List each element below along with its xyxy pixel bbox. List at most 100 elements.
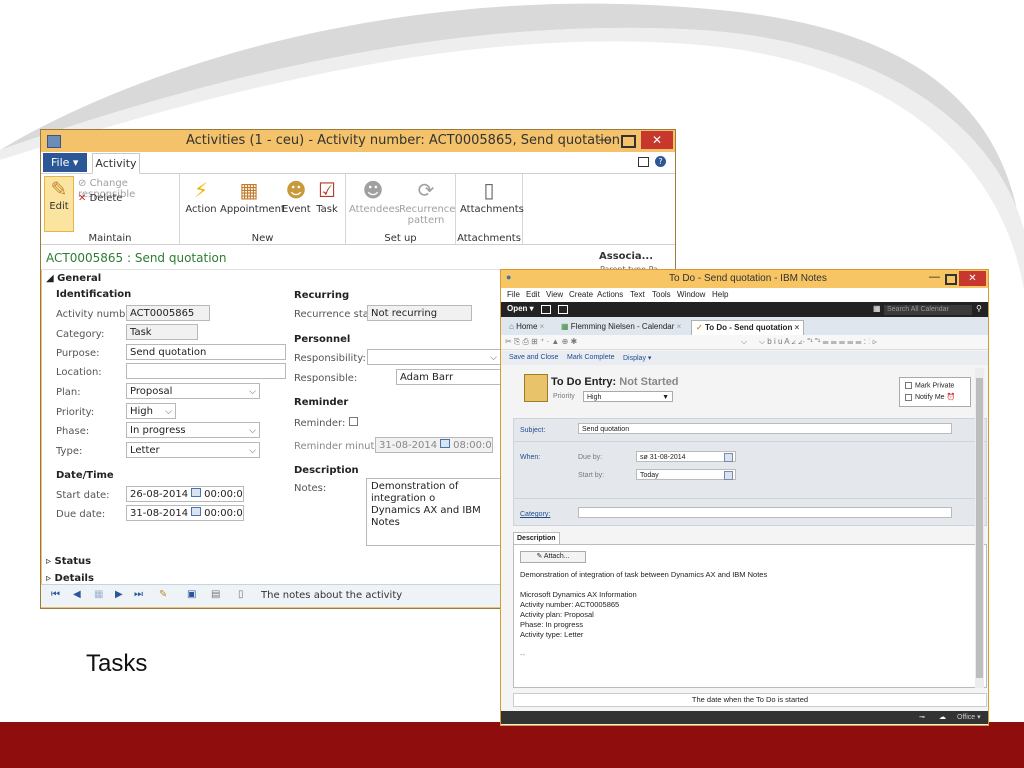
attach-button[interactable]: ✎ Attach... <box>520 551 586 563</box>
edit-mode-icon[interactable]: ✎ <box>159 589 167 600</box>
close-icon[interactable]: × <box>795 323 800 332</box>
delete-button[interactable]: ✕ Delete <box>78 193 122 204</box>
location-field[interactable] <box>126 363 286 379</box>
menu-help[interactable]: Help <box>712 290 728 299</box>
due-date-field[interactable]: 31-08-2014 00:00:00 <box>126 505 244 521</box>
type-select[interactable]: Letter ⌵ <box>126 442 260 458</box>
last-record-icon[interactable]: ⏭ <box>134 589 143 600</box>
save-and-close-button[interactable]: Save and Close <box>509 354 558 361</box>
responsibility-select[interactable]: ⌵ <box>367 349 501 365</box>
close-button[interactable]: ✕ <box>959 271 986 286</box>
grid-icon[interactable]: ▦ <box>94 589 103 600</box>
maximize-button[interactable] <box>945 274 957 285</box>
tab-todo[interactable]: ✓ To Do - Send quotation × <box>691 320 805 335</box>
notes-line: Dynamics AX and IBM Notes <box>371 505 481 528</box>
activity-tab[interactable]: Activity <box>92 153 140 174</box>
priority-select[interactable]: High ▼ <box>583 391 673 402</box>
replication-icon[interactable]: ☁ <box>939 713 946 721</box>
attendees-button[interactable]: ☻ Attendees <box>349 178 400 215</box>
close-icon[interactable]: × <box>540 322 545 331</box>
calendar-icon[interactable] <box>440 439 451 448</box>
file-tab[interactable]: File ▾ <box>43 153 87 172</box>
calendar-icon[interactable] <box>724 453 733 462</box>
details-section-header[interactable]: ▹ Details <box>46 573 94 584</box>
start-by-field[interactable]: Today <box>636 469 736 480</box>
priority-select[interactable]: High ⌵ <box>126 403 176 419</box>
category-field[interactable] <box>578 507 952 518</box>
description-tab[interactable]: Description <box>513 532 560 544</box>
details-label: Details <box>54 573 94 584</box>
calendar-icon[interactable] <box>191 507 202 516</box>
minimize-button[interactable]: — <box>598 132 612 148</box>
menu-tools[interactable]: Tools <box>652 290 671 299</box>
close-button[interactable]: ✕ <box>641 131 673 149</box>
format-tools-icon[interactable]: ✂ ⎘ ⎙ ⊞ ⁺ · ▲ ⊕ ✱ <box>505 337 577 347</box>
tab-calendar[interactable]: ▦ Flemming Nielsen - Calendar × <box>557 320 685 334</box>
subject-field[interactable]: Send quotation <box>578 423 952 434</box>
calendar-icon[interactable] <box>558 305 568 314</box>
next-record-icon[interactable]: ▶ <box>115 589 123 600</box>
document-icon[interactable]: ▯ <box>238 589 244 600</box>
calendar-icon[interactable] <box>724 471 733 480</box>
location-select[interactable]: Office ▾ <box>957 713 981 721</box>
menu-window[interactable]: Window <box>677 290 705 299</box>
recurrence-pattern-button[interactable]: ⟳ Recurrence pattern <box>399 178 455 226</box>
menu-actions[interactable]: Actions <box>597 290 623 299</box>
notes-scrollbar[interactable] <box>975 368 984 688</box>
open-button[interactable]: Open ▾ <box>507 304 534 313</box>
category-field[interactable]: Task <box>126 324 198 340</box>
start-date-field[interactable]: 26-08-2014 00:00:00 <box>126 486 244 502</box>
calendar-icon[interactable] <box>191 488 202 497</box>
layout-icon[interactable] <box>638 157 649 167</box>
menu-text[interactable]: Text <box>630 290 645 299</box>
font-select[interactable]: ⌵ <box>741 337 747 347</box>
purpose-field[interactable]: Send quotation <box>126 344 286 360</box>
notify-me-checkbox[interactable]: Notify Me ⏰ <box>905 393 955 401</box>
first-record-icon[interactable]: ⏮ <box>51 589 60 600</box>
chevron-down-icon: ⌵ <box>249 446 256 456</box>
reminder-datetime-field[interactable]: 31-08-2014 08:00:00 <box>375 437 493 453</box>
action-button[interactable]: ⚡ Action <box>185 178 217 215</box>
scrollbar-thumb[interactable] <box>976 378 983 678</box>
notes-textarea[interactable]: Demonstration of integration o Dynamics … <box>366 478 516 546</box>
recurrence-state-field[interactable]: Not recurring <box>367 305 472 321</box>
due-by-field[interactable]: sø 31-08-2014 <box>636 451 736 462</box>
minimize-button[interactable]: — <box>929 271 940 283</box>
tab-home[interactable]: ⌂ Home × <box>505 320 548 334</box>
status-section-header[interactable]: ▹ Status <box>46 556 91 567</box>
form-view-icon[interactable]: ▣ <box>187 589 196 600</box>
reminder-checkbox[interactable] <box>348 417 358 426</box>
task-button[interactable]: ☑ Task <box>313 178 341 215</box>
help-icon[interactable]: ? <box>655 156 666 167</box>
appointment-button[interactable]: ▦ Appointment <box>220 178 285 215</box>
attachments-button[interactable]: ▯ Attachments <box>460 178 524 215</box>
close-icon[interactable]: × <box>677 322 682 331</box>
plan-select[interactable]: Proposal ⌵ <box>126 383 260 399</box>
mail-icon[interactable] <box>541 305 551 314</box>
menu-edit[interactable]: Edit <box>526 290 540 299</box>
menu-file[interactable]: File <box>507 290 520 299</box>
previous-record-icon[interactable]: ◀ <box>73 589 81 600</box>
search-scope-icon[interactable]: ▦ <box>873 304 881 313</box>
search-input[interactable]: Search All Calendar <box>884 305 972 315</box>
key-icon[interactable]: ⊸ <box>919 713 925 721</box>
category-label[interactable]: Category: <box>520 511 550 518</box>
event-button[interactable]: ☻ Event <box>282 178 311 215</box>
general-section-header[interactable]: ◢ General <box>46 273 101 284</box>
phase-select[interactable]: In progress ⌵ <box>126 422 260 438</box>
priority-label: Priority: <box>56 407 95 418</box>
text-style-icons[interactable]: ⌵ b i u A ∠ ∠· ⁼¹ ⁼¹ ☰ ☰ ☰ ☰ ☰ : ⁝ ⊳ <box>759 337 877 347</box>
mark-complete-button[interactable]: Mark Complete <box>567 354 614 361</box>
description-body[interactable]: ✎ Attach... Demonstration of integration… <box>513 544 987 688</box>
maximize-button[interactable] <box>621 135 636 148</box>
edit-button[interactable]: ✎ Edit <box>44 176 74 232</box>
menu-create[interactable]: Create <box>569 290 593 299</box>
activity-number-field[interactable]: ACT0005865 <box>126 305 210 321</box>
display-button[interactable]: Display ▾ <box>623 354 651 362</box>
menu-view[interactable]: View <box>546 290 563 299</box>
responsible-field[interactable]: Adam Barr <box>396 369 506 385</box>
associated-pane-title[interactable]: Associa... <box>599 251 653 262</box>
list-view-icon[interactable]: ▤ <box>211 589 220 600</box>
search-icon[interactable]: ⚲ <box>976 304 982 313</box>
mark-private-checkbox[interactable]: Mark Private <box>905 382 954 389</box>
